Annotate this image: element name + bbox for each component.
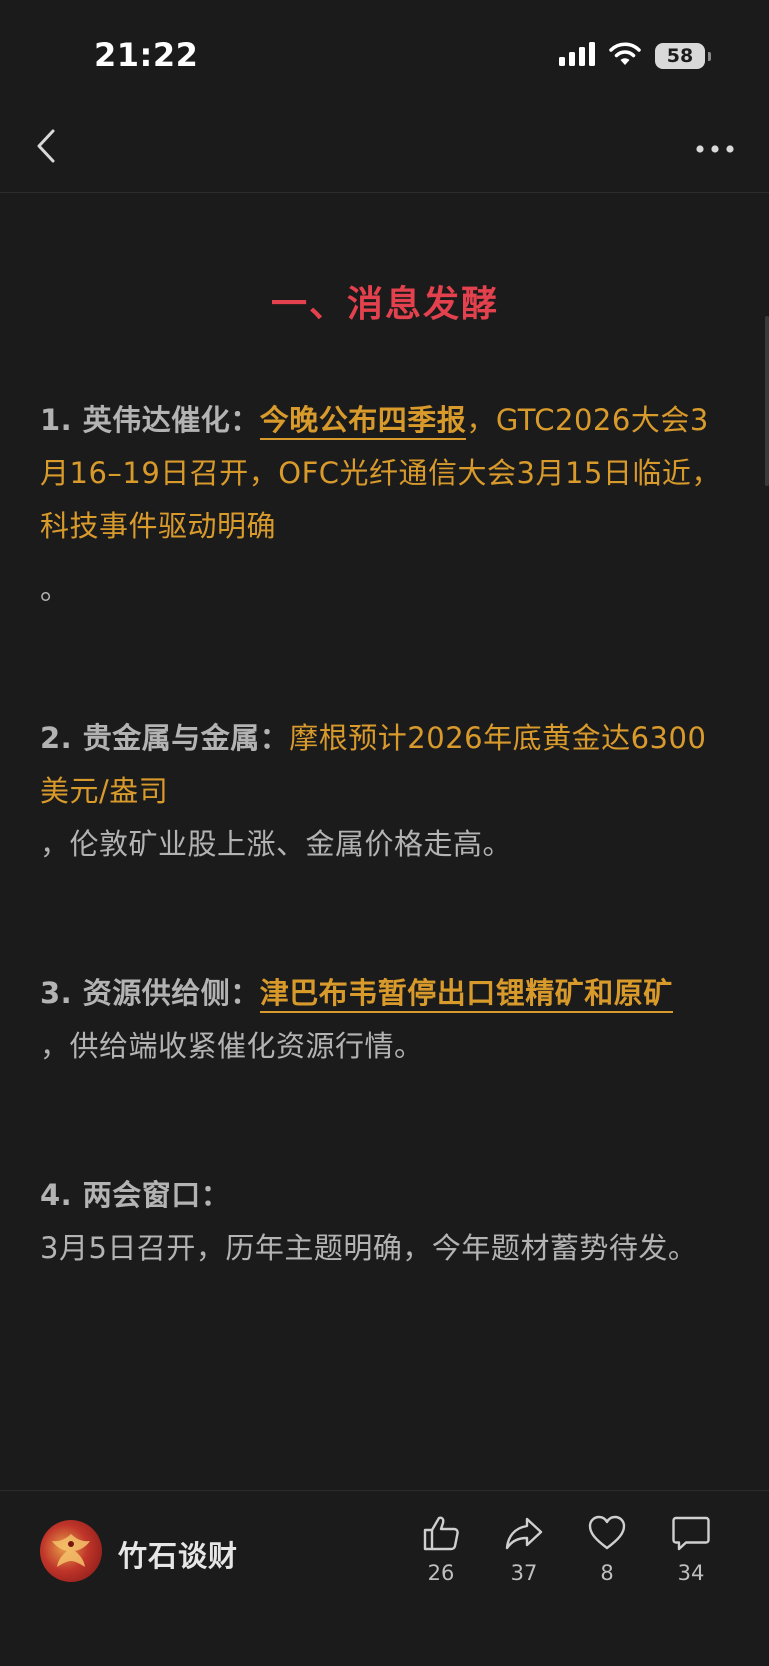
back-button[interactable] bbox=[26, 126, 66, 170]
status-time: 21:22 bbox=[94, 36, 199, 74]
item-label: 4. 两会窗口： bbox=[40, 1178, 231, 1212]
news-item-1: 1. 英伟达催化：今晚公布四季报，GTC2026大会3月16–19日召开，OFC… bbox=[40, 394, 730, 616]
bottom-action-bar: 竹石谈财 26 37 8 34 bbox=[0, 1490, 769, 1666]
more-button[interactable] bbox=[691, 136, 739, 160]
section-heading: 一、消息发酵 bbox=[270, 284, 499, 325]
chevron-left-icon bbox=[35, 128, 57, 168]
heart-icon bbox=[588, 1515, 626, 1550]
wifi-icon bbox=[609, 42, 641, 70]
battery-level: 58 bbox=[666, 45, 694, 67]
comment-button[interactable]: 34 bbox=[661, 1513, 721, 1585]
favorite-button[interactable]: 8 bbox=[577, 1513, 637, 1585]
battery-icon: 58 bbox=[655, 43, 711, 69]
share-icon bbox=[505, 1517, 543, 1550]
item-tail: 。 bbox=[40, 572, 70, 606]
share-count: 37 bbox=[510, 1561, 538, 1585]
item-label: 3. 资源供给侧： bbox=[40, 976, 260, 1010]
news-item-3: 3. 资源供给侧：津巴布韦暂停出口锂精矿和原矿 ，供给端收紧催化资源行情。 bbox=[40, 967, 730, 1073]
cellular-signal-icon bbox=[559, 42, 595, 70]
item-text: ，伦敦矿业股上涨、金属价格走高。 bbox=[40, 827, 513, 861]
highlight-link[interactable]: 今晚公布四季报 bbox=[259, 403, 467, 440]
comment-icon bbox=[672, 1516, 710, 1551]
news-item-2: 2. 贵金属与金属：摩根预计2026年底黄金达6300美元/盎司 ，伦敦矿业股上… bbox=[40, 712, 730, 871]
news-item-4: 4. 两会窗口： 3月5日召开，历年主题明确，今年题材蓄势待发。 bbox=[40, 1169, 730, 1275]
highlight-link[interactable]: 津巴布韦暂停出口锂精矿和原矿 bbox=[259, 976, 673, 1013]
more-icon bbox=[695, 139, 735, 158]
comment-count: 34 bbox=[677, 1561, 705, 1585]
item-label: 2. 贵金属与金属： bbox=[40, 721, 290, 755]
status-icons: 58 bbox=[559, 42, 711, 70]
item-label: 1. 英伟达催化： bbox=[40, 403, 260, 437]
eagle-emblem-icon bbox=[52, 1534, 90, 1567]
like-button[interactable]: 26 bbox=[411, 1513, 471, 1585]
like-count: 26 bbox=[427, 1561, 455, 1585]
author-name[interactable]: 竹石谈财 bbox=[118, 1533, 238, 1575]
status-bar: 21:22 58 bbox=[0, 0, 769, 112]
favorite-count: 8 bbox=[600, 1561, 614, 1585]
author-avatar[interactable] bbox=[40, 1520, 102, 1582]
nav-bar bbox=[0, 112, 769, 193]
share-button[interactable]: 37 bbox=[494, 1513, 554, 1585]
scroll-indicator[interactable] bbox=[765, 316, 769, 486]
battery-tip bbox=[708, 52, 711, 61]
thumbs-up-icon bbox=[423, 1516, 459, 1551]
item-text: ，供给端收紧催化资源行情。 bbox=[40, 1029, 424, 1063]
article-body: 一、消息发酵 1. 英伟达催化：今晚公布四季报，GTC2026大会3月16–19… bbox=[40, 192, 730, 1275]
item-text: 3月5日召开，历年主题明确，今年题材蓄势待发。 bbox=[40, 1231, 698, 1265]
